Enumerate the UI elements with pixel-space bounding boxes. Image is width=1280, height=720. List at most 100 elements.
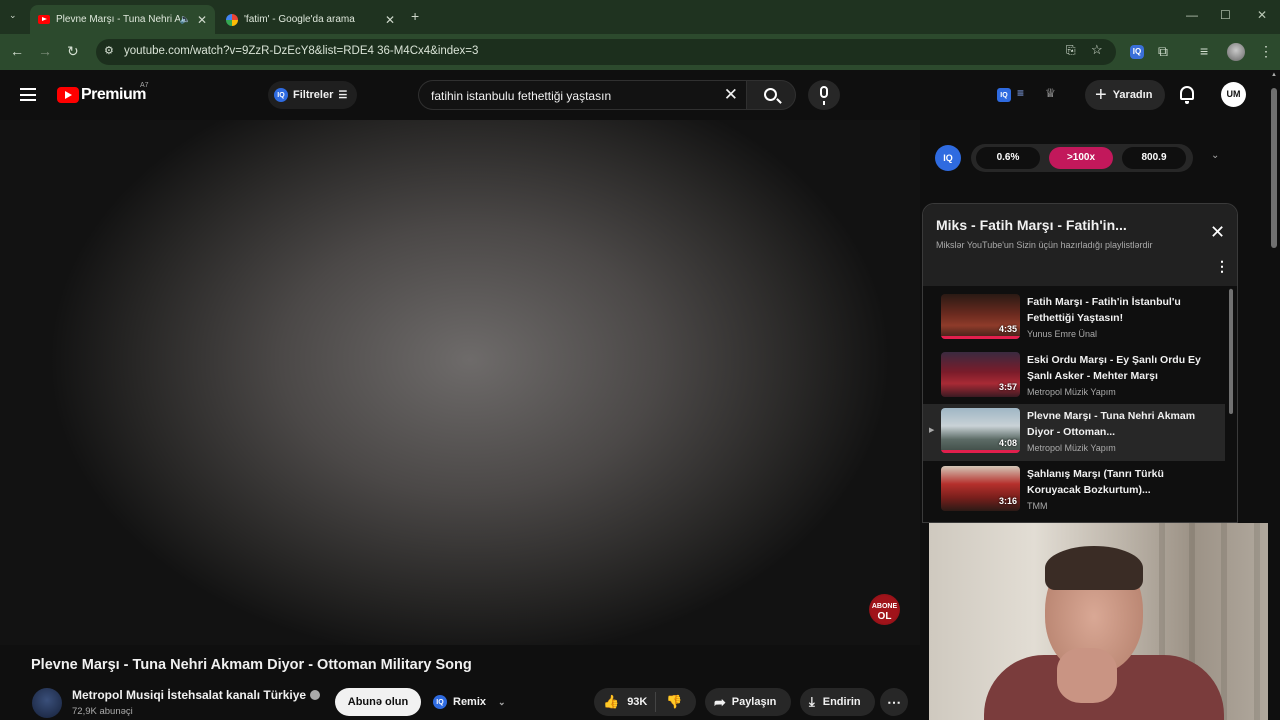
- dislike-button[interactable]: 👎: [656, 694, 682, 710]
- thumbs-down-icon: 👎: [666, 694, 683, 709]
- playlist-item[interactable]: 3:57 Eski Ordu Marşı - Ey Şanlı Ordu Ey …: [923, 348, 1225, 405]
- account-avatar[interactable]: UM: [1221, 82, 1246, 107]
- iq-header-icon[interactable]: IQ: [997, 88, 1011, 102]
- address-bar[interactable]: ⚙ youtube.com/watch?v=9ZzR-DzEcY8&list=R…: [96, 39, 1116, 65]
- microphone-icon: [820, 86, 828, 105]
- more-horizontal-icon: ⋯: [887, 693, 901, 710]
- subscribe-button[interactable]: Abunə olun: [335, 688, 421, 716]
- channel-avatar[interactable]: [32, 688, 62, 718]
- close-tab-icon[interactable]: ✕: [385, 13, 395, 27]
- google-favicon-icon: [226, 13, 238, 26]
- bookmark-star-icon[interactable]: ☆: [1091, 42, 1103, 58]
- create-button[interactable]: + Yaradın: [1085, 80, 1165, 110]
- remix-button[interactable]: IQ Remix ⌄: [427, 688, 514, 716]
- close-window-icon[interactable]: ✕: [1257, 8, 1267, 22]
- back-icon[interactable]: ←: [10, 43, 24, 59]
- youtube-header: Premium A7 IQ Filtreler ☰ fatihin istanb…: [0, 70, 1268, 120]
- search-icon: [764, 88, 777, 101]
- browser-menu-icon[interactable]: ⋮: [1259, 43, 1273, 60]
- curtain-fold: [1221, 523, 1227, 720]
- remix-label: Remix: [453, 696, 487, 708]
- video-player[interactable]: [0, 120, 920, 645]
- like-dislike-group: 👍 93K 👎: [594, 688, 696, 716]
- tab-google[interactable]: 'fatim' - Google'da arama ✕: [218, 5, 403, 34]
- playlist-scrollbar[interactable]: [1229, 289, 1233, 414]
- playlist-item[interactable]: 3:16 Şahlanış Marşı (Tanrı Türkü Koruyac…: [923, 462, 1225, 519]
- iq-extension-icon[interactable]: IQ: [1130, 45, 1144, 59]
- item-title[interactable]: Fatih Marşı - Fatih'in İstanbul'u Fethet…: [1027, 294, 1212, 326]
- clear-search-icon[interactable]: ✕: [724, 85, 738, 105]
- youtube-logo-icon[interactable]: [57, 87, 79, 103]
- watched-progress-bar: [941, 450, 1020, 453]
- search-button[interactable]: [746, 80, 796, 110]
- curtain-fold: [1254, 523, 1260, 720]
- media-control-icon[interactable]: ≡: [1200, 43, 1208, 59]
- tab-search-icon[interactable]: ⌄: [9, 10, 17, 21]
- chevron-down-icon: ⌄: [498, 696, 506, 707]
- mix-playlist-panel: Miks - Fatih Marşı - Fatih'in... Mikslər…: [922, 203, 1238, 523]
- video-thumbnail[interactable]: 3:57: [941, 352, 1020, 397]
- abone-text: ABONE: [871, 603, 898, 610]
- iq-list-icon[interactable]: ≡: [1017, 86, 1024, 100]
- install-app-icon[interactable]: ⎘: [1066, 43, 1076, 58]
- menu-hamburger-icon[interactable]: [20, 88, 36, 101]
- filters-button[interactable]: IQ Filtreler ☰: [268, 81, 358, 109]
- forward-icon[interactable]: →: [38, 43, 52, 59]
- maximize-icon[interactable]: ☐: [1220, 8, 1231, 22]
- duration-badge: 4:08: [998, 438, 1017, 448]
- page-scrollbar[interactable]: ▲: [1268, 70, 1280, 720]
- share-button[interactable]: ➦ Paylaşın: [705, 688, 791, 716]
- site-info-icon[interactable]: ⚙: [104, 44, 114, 57]
- brand-label[interactable]: Premium: [81, 86, 146, 104]
- extensions-puzzle-icon[interactable]: ⧉: [1158, 43, 1168, 60]
- iq-stats-pill: 0.6% >100x 800.9: [971, 144, 1193, 172]
- download-button[interactable]: ⤓ Endirin: [800, 688, 875, 716]
- person-hair: [1045, 546, 1143, 590]
- trophy-icon[interactable]: ♕: [1045, 86, 1056, 100]
- scrollbar-thumb[interactable]: [1271, 88, 1277, 248]
- verified-badge-icon: [310, 690, 321, 700]
- channel-name[interactable]: Metropol Musiqi İstehsalat kanalı Türkiy…: [72, 688, 306, 702]
- tab-title: 'fatim' - Google'da arama: [244, 14, 355, 25]
- item-title[interactable]: Plevne Marşı - Tuna Nehri Akmam Diyor - …: [1027, 408, 1212, 440]
- url-text[interactable]: youtube.com/watch?v=9ZzR-DzEcY8&list=RDE…: [124, 45, 478, 57]
- close-tab-icon[interactable]: ✕: [197, 13, 207, 27]
- plus-icon: +: [1095, 84, 1107, 106]
- item-title[interactable]: Şahlanış Marşı (Tanrı Türkü Koruyacak Bo…: [1027, 466, 1212, 498]
- playlist-title[interactable]: Miks - Fatih Marşı - Fatih'in...: [936, 217, 1127, 233]
- item-title[interactable]: Eski Ordu Marşı - Ey Şanlı Ordu Ey Şanlı…: [1027, 352, 1212, 384]
- iq-logo[interactable]: IQ: [935, 145, 961, 171]
- chevron-down-icon[interactable]: ⌄: [1211, 150, 1219, 161]
- more-actions-button[interactable]: ⋯: [880, 688, 908, 716]
- video-thumbnail[interactable]: 3:16: [941, 466, 1020, 511]
- playlist-item-current[interactable]: ▶ 4:08 Plevne Marşı - Tuna Nehri Akmam D…: [923, 404, 1225, 461]
- item-channel: Yunus Emre Ünal: [1027, 329, 1098, 339]
- like-button[interactable]: 👍 93K: [594, 692, 656, 712]
- person-hand: [1057, 648, 1117, 703]
- download-label: Endirin: [822, 696, 861, 708]
- tab-youtube[interactable]: Plevne Marşı - Tuna Nehri Akmam 🔈 ✕: [30, 5, 215, 34]
- item-channel: Metropol Müzik Yapım: [1027, 443, 1116, 453]
- more-vertical-icon[interactable]: ⋮: [1215, 258, 1229, 275]
- item-channel: TMM: [1027, 501, 1048, 511]
- stat-multiplier: >100x: [1049, 147, 1113, 169]
- playlist-item[interactable]: 4:35 Fatih Marşı - Fatih'in İstanbul'u F…: [923, 290, 1225, 347]
- now-playing-icon: ▶: [929, 427, 935, 434]
- profile-avatar-icon[interactable]: [1227, 43, 1245, 61]
- minimize-icon[interactable]: —: [1186, 8, 1198, 22]
- close-playlist-icon[interactable]: ✕: [1210, 222, 1225, 243]
- channel-name-row[interactable]: Metropol Musiqi İstehsalat kanalı Türkiy…: [72, 688, 321, 702]
- subscriber-count: 72,9K abunəçi: [72, 706, 133, 717]
- search-box[interactable]: fatihin istanbulu fethettiği yaştasın ✕: [418, 80, 746, 110]
- reload-icon[interactable]: ↻: [67, 43, 79, 60]
- notifications-bell-icon[interactable]: [1180, 86, 1194, 104]
- video-thumbnail[interactable]: 4:35: [941, 294, 1020, 339]
- scroll-up-icon[interactable]: ▲: [1271, 72, 1277, 78]
- search-input[interactable]: fatihin istanbulu fethettiği yaştasın: [431, 89, 611, 103]
- new-tab-icon[interactable]: +: [411, 8, 419, 24]
- subscribe-watermark[interactable]: ABONE OL: [869, 594, 900, 625]
- video-thumbnail[interactable]: 4:08: [941, 408, 1020, 453]
- voice-search-button[interactable]: [808, 80, 840, 110]
- tab-title: Plevne Marşı - Tuna Nehri Akmam: [56, 14, 180, 25]
- playlist-subtitle: Mikslər YouTube'un Sizin üçün hazırladığ…: [936, 240, 1153, 250]
